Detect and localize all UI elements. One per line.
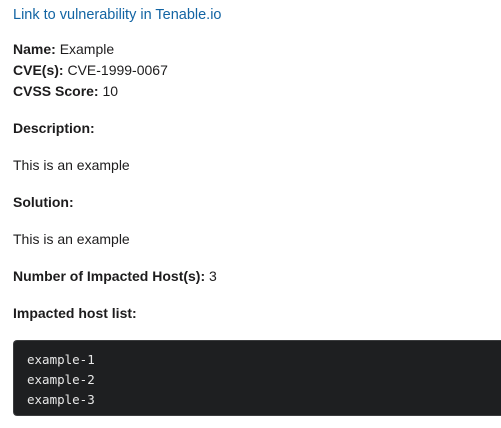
impacted-host-code-block: example-1 example-2 example-3 [13, 340, 501, 416]
description-text: This is an example [13, 157, 130, 173]
impacted-count-row: Number of Impacted Host(s): 3 [13, 266, 501, 286]
name-value: Example [59, 41, 115, 57]
impacted-count-label: Number of Impacted Host(s): [13, 268, 206, 284]
vulnerability-meta: Name: Example CVE(s): CVE-1999-0067 CVSS… [13, 39, 501, 102]
cve-label: CVE(s): [13, 62, 64, 78]
impacted-list-title: Impacted host list: [13, 305, 137, 321]
solution-text: This is an example [13, 231, 130, 247]
host-line: example-1 [27, 352, 95, 367]
tenable-vulnerability-link[interactable]: Link to vulnerability in Tenable.io [13, 5, 222, 25]
description-title: Description: [13, 120, 95, 136]
message-body: Link to vulnerability in Tenable.io Name… [13, 5, 501, 416]
cve-row: CVE(s): CVE-1999-0067 [13, 60, 501, 81]
name-label: Name: [13, 41, 56, 57]
cvss-label: CVSS Score: [13, 83, 99, 99]
impacted-count-value: 3 [209, 268, 217, 284]
cve-value: CVE-1999-0067 [67, 62, 168, 78]
name-row: Name: Example [13, 39, 501, 60]
host-line: example-2 [27, 372, 95, 387]
cvss-value: 10 [102, 83, 119, 99]
host-line: example-3 [27, 392, 95, 407]
cvss-row: CVSS Score: 10 [13, 81, 501, 102]
solution-title: Solution: [13, 194, 74, 210]
